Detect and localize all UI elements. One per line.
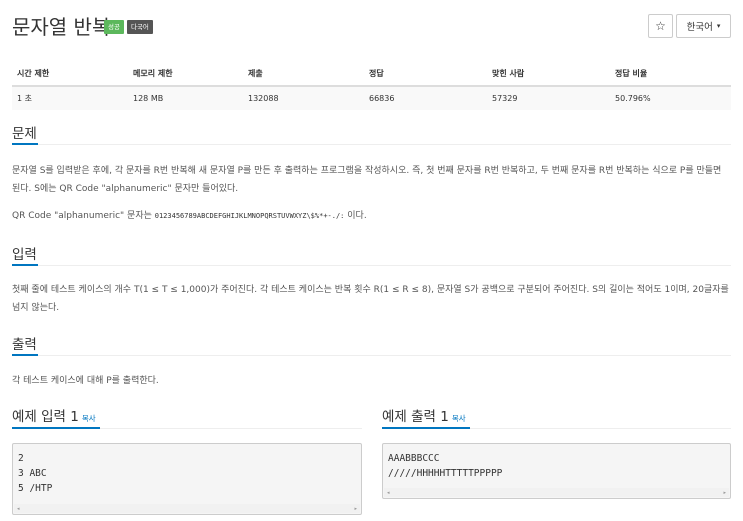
table-cell: 1 초 [17,94,32,103]
sample-output-code: AAABBBCCC /////HHHHHTTTTTPPPPP [388,453,503,479]
sample-output-title: 예제 출력 1 [382,409,449,425]
table-header: 정답 [364,62,487,87]
description-heading: 문제 [12,126,37,142]
alphanumeric-code: 0123456789ABCDEFGHIJKLMNOPQRSTUVWXYZ\$%*… [154,212,345,220]
table-header: 정답 비율 [610,62,731,87]
sample-input-title: 예제 입력 1 [12,409,79,425]
table-cell: 66836 [369,94,395,103]
description-text: 문자열 S를 입력받은 후에, 각 문자를 R번 반복해 새 문자열 P를 만든… [12,166,722,194]
table-header: 제출 [243,62,364,87]
problem-info-table: 시간 제한 메모리 제한 제출 정답 맞힌 사람 정답 비율 1 초 128 M… [12,62,731,110]
sample-input-code: 2 3 ABC 5 /HTP [18,453,53,494]
section-accent [12,427,100,429]
copy-output-link[interactable]: 복사 [452,414,466,423]
table-header: 맞힌 사람 [487,62,610,87]
star-icon: ☆ [655,19,666,33]
table-cell: 128 MB [133,94,164,103]
horizontal-scrollbar[interactable]: ◂ ▸ [384,488,729,497]
sample-input-heading: 예제 입력 1 복사 [12,405,96,425]
horizontal-scrollbar[interactable]: ◂ ▸ [14,504,360,513]
section-accent [12,143,38,145]
table-header-row: 시간 제한 메모리 제한 제출 정답 맞힌 사람 정답 비율 [12,62,731,87]
output-text: 각 테스트 케이스에 대해 P를 출력한다. [12,376,159,386]
scroll-left-icon[interactable]: ◂ [387,490,390,496]
section-divider [12,144,731,145]
page-title: 문자열 반복 [12,15,111,39]
scroll-left-icon[interactable]: ◂ [17,506,20,512]
input-heading: 입력 [12,247,37,263]
problem-header: 문자열 반복 성공 다국어 ☆ 한국어 ▾ [12,12,731,46]
alphanumeric-prefix: QR Code "alphanumeric" 문자는 [12,211,155,221]
copy-input-link[interactable]: 복사 [82,414,96,423]
section-divider [12,355,731,356]
table-row: 1 초 128 MB 132088 66836 57329 50.796% [12,86,731,110]
table-header: 메모리 제한 [128,62,243,87]
sample-output-box[interactable]: AAABBBCCC /////HHHHHTTTTTPPPPP ◂ ▸ [382,443,731,499]
table-cell[interactable]: 132088 [243,86,364,110]
output-heading: 출력 [12,337,37,353]
multilang-badge[interactable]: 다국어 [126,20,153,34]
caret-down-icon: ▾ [716,22,721,30]
scroll-right-icon[interactable]: ▸ [723,490,726,496]
table-cell: 57329 [492,94,518,103]
section-divider [12,265,731,266]
alphanumeric-text: QR Code "alphanumeric" 문자는 0123456789ABC… [12,207,731,225]
sample-input-box[interactable]: 2 3 ABC 5 /HTP ◂ ▸ [12,443,362,515]
success-badge: 성공 [104,20,124,34]
language-label: 한국어 [686,22,713,33]
sample-output-heading: 예제 출력 1 복사 [382,405,466,425]
alphanumeric-suffix: 이다. [344,211,367,221]
section-accent [12,354,38,356]
scroll-right-icon[interactable]: ▸ [354,506,357,512]
language-dropdown[interactable]: 한국어 ▾ [676,14,731,38]
favorite-button[interactable]: ☆ [648,14,673,38]
table-cell: 50.796% [615,94,651,103]
table-header: 시간 제한 [12,62,128,87]
problem-badges: 성공 다국어 [104,20,153,34]
section-accent [12,264,38,266]
input-text: 첫째 줄에 테스트 케이스의 개수 T(1 ≤ T ≤ 1,000)가 주어진다… [12,285,729,313]
section-accent [382,427,470,429]
